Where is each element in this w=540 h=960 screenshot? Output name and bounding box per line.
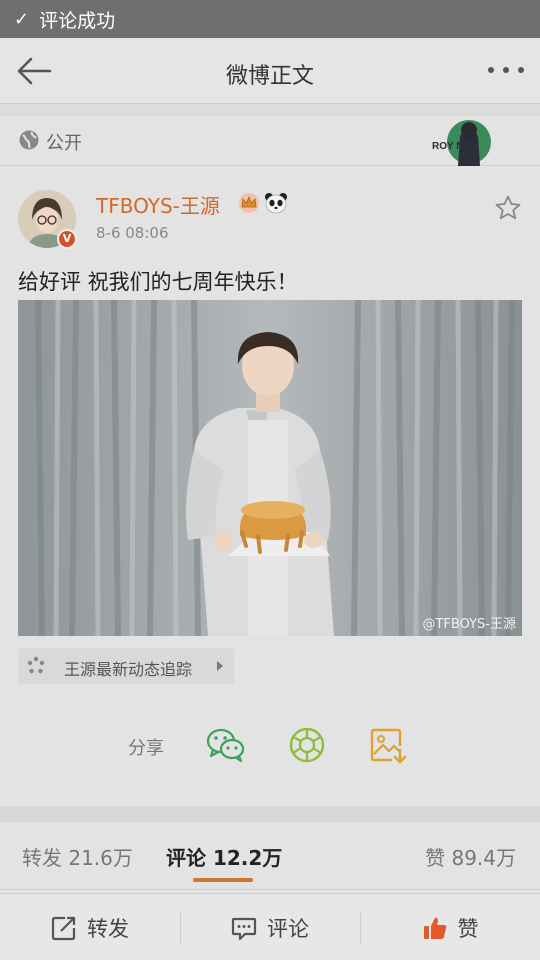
photo-watermark: @TFBOYS-王源 <box>422 617 516 632</box>
tracker-label: 王源最新动态追踪 <box>64 660 193 679</box>
tab-likes[interactable]: 赞 89.4万 <box>425 842 516 871</box>
toast-text: 评论成功 <box>39 9 116 32</box>
chevron-right-icon <box>217 661 223 671</box>
topic-tracker-link[interactable]: 王源最新动态追踪 <box>18 648 234 684</box>
tab-comments[interactable]: 评论 12.2万 <box>166 842 282 871</box>
wechat-moments-icon[interactable] <box>288 726 326 764</box>
like-label: 赞 <box>457 916 479 941</box>
bottom-action-bar: 转发 评论 赞 <box>0 893 540 960</box>
navigation-bar: 微博正文 <box>0 38 540 104</box>
tab-reposts[interactable]: 转发 21.6万 <box>22 842 133 871</box>
success-toast: ✓ 评论成功 <box>0 0 540 38</box>
visibility-row: 公开 ROY NG <box>0 116 540 166</box>
save-image-icon[interactable] <box>370 726 406 764</box>
thumbs-up-icon <box>423 917 446 939</box>
repost-icon <box>51 916 76 940</box>
repost-label: 转发 <box>87 916 129 941</box>
username[interactable]: TFBOYS-王源 <box>96 190 220 219</box>
wechat-icon[interactable] <box>206 726 246 764</box>
favorite-star-icon[interactable] <box>494 194 522 222</box>
post-time: 8-6 08:06 <box>96 224 169 242</box>
comment-label: 评论 <box>267 916 309 941</box>
share-label: 分享 <box>128 738 164 759</box>
post-text: 给好评 祝我们的七周年快乐！ <box>18 270 298 294</box>
repost-button[interactable]: 转发 <box>0 894 180 960</box>
more-options-icon[interactable] <box>488 60 524 80</box>
post-card: V TFBOYS-王源 8-6 08:06 给好评 祝我们的七周年快乐！ @TF… <box>0 166 540 806</box>
panda-icon <box>265 193 287 214</box>
share-row: 分享 <box>0 722 540 770</box>
verified-badge-icon: V <box>57 229 77 249</box>
active-tab-indicator <box>193 878 253 882</box>
globe-icon <box>19 130 39 150</box>
comment-icon <box>231 917 257 940</box>
post-photo[interactable]: @TFBOYS-王源 <box>18 300 522 636</box>
comment-button[interactable]: 评论 <box>180 894 360 960</box>
loading-dots-icon <box>27 656 45 674</box>
stats-tabs: 转发 21.6万 评论 12.2万 赞 89.4万 <box>0 822 540 890</box>
crown-icon <box>239 193 259 213</box>
section-divider <box>0 806 540 822</box>
like-button[interactable]: 赞 <box>360 894 540 960</box>
visibility-label: 公开 <box>46 133 82 154</box>
check-icon: ✓ <box>14 8 30 30</box>
card-text: ROY NG <box>432 141 471 152</box>
section-divider <box>0 104 540 116</box>
page-title: 微博正文 <box>225 64 314 89</box>
card-background-image[interactable]: ROY NG <box>430 116 506 166</box>
